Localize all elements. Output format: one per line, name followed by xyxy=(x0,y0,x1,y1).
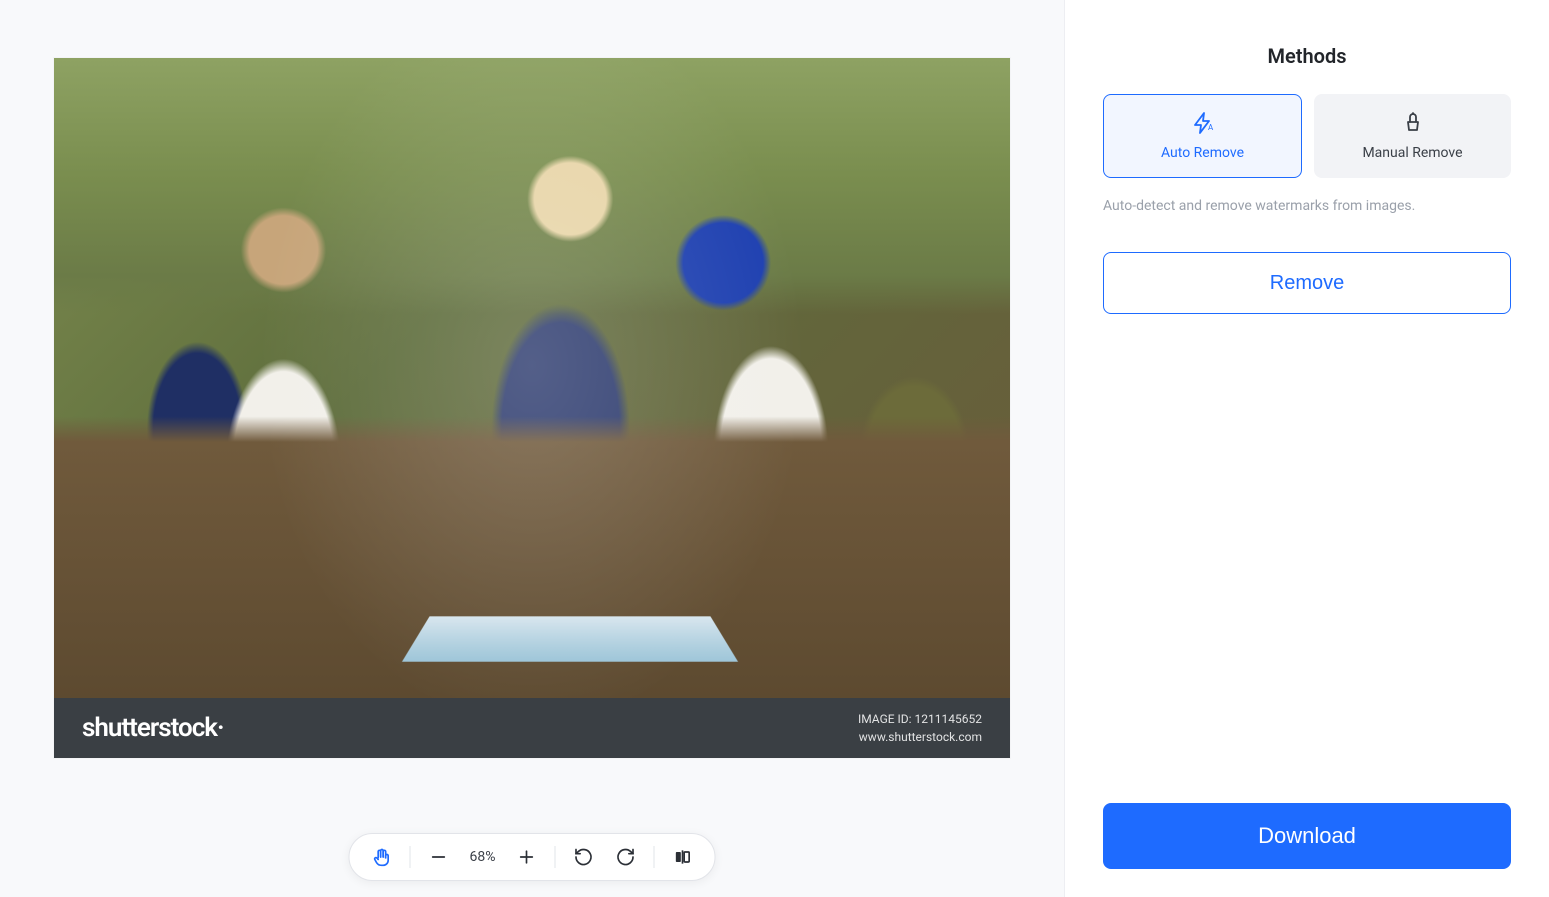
zoom-level: 68% xyxy=(463,849,503,865)
toolbar-separator xyxy=(555,846,556,868)
compare-icon xyxy=(673,847,693,867)
method-description: Auto-detect and remove watermarks from i… xyxy=(1103,198,1511,214)
watermark-meta: IMAGE ID: 1211145652 www.shutterstock.co… xyxy=(858,710,982,746)
toolbar-separator xyxy=(410,846,411,868)
image-canvas[interactable]: shutterstock· IMAGE ID: 1211145652 www.s… xyxy=(54,58,1010,758)
svg-text:A: A xyxy=(1208,123,1214,132)
manual-icon xyxy=(1401,111,1425,135)
editor-canvas-area: shutterstock· IMAGE ID: 1211145652 www.s… xyxy=(0,0,1064,897)
method-auto-remove[interactable]: A Auto Remove xyxy=(1103,94,1302,178)
watermark-bar: shutterstock· IMAGE ID: 1211145652 www.s… xyxy=(54,698,1010,758)
hand-icon xyxy=(372,847,392,867)
method-label: Manual Remove xyxy=(1362,145,1462,161)
undo-button[interactable] xyxy=(566,839,602,875)
pan-tool-button[interactable] xyxy=(364,839,400,875)
undo-icon xyxy=(574,847,594,867)
zoom-out-button[interactable] xyxy=(421,839,457,875)
watermark-site: www.shutterstock.com xyxy=(858,728,982,746)
method-manual-remove[interactable]: Manual Remove xyxy=(1314,94,1511,178)
compare-button[interactable] xyxy=(665,839,701,875)
watermark-logo: shutterstock· xyxy=(82,713,224,743)
auto-icon: A xyxy=(1191,111,1215,135)
sidebar-panel: Methods A Auto Remove Manual Remove Auto… xyxy=(1064,0,1549,897)
toolbar-separator xyxy=(654,846,655,868)
method-label: Auto Remove xyxy=(1161,145,1244,161)
plus-icon xyxy=(517,847,537,867)
watermark-logo-text: shutterstock xyxy=(82,713,217,743)
download-button[interactable]: Download xyxy=(1103,803,1511,869)
watermark-image-id: IMAGE ID: 1211145652 xyxy=(858,710,982,728)
sidebar-title: Methods xyxy=(1103,44,1511,68)
zoom-in-button[interactable] xyxy=(509,839,545,875)
canvas-toolbar: 68% xyxy=(349,833,716,881)
minus-icon xyxy=(429,847,449,867)
method-selector: A Auto Remove Manual Remove xyxy=(1103,94,1511,178)
remove-button[interactable]: Remove xyxy=(1103,252,1511,314)
preview-image xyxy=(54,58,1010,698)
redo-button[interactable] xyxy=(608,839,644,875)
redo-icon xyxy=(616,847,636,867)
